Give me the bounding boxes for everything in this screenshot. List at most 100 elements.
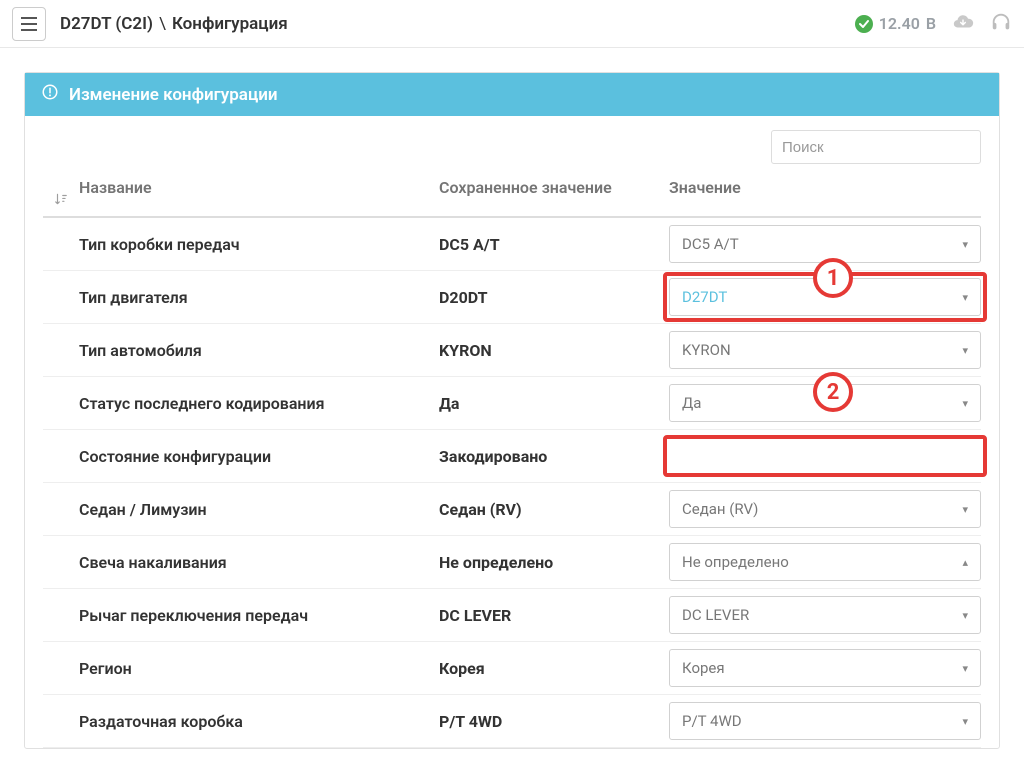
select-value: Да — [682, 394, 701, 412]
select-value: D27DT — [682, 288, 727, 306]
row-value-cell: Корея ▾ — [669, 649, 981, 687]
rows-container: Тип коробки передачDC5 A/TDC5 A/T▾Тип дв… — [43, 218, 981, 748]
select-value: KYRON — [682, 341, 731, 359]
select-wrapper: P/T 4WD ▾ — [669, 702, 981, 740]
row-name: Статус последнего кодирования — [79, 394, 439, 413]
highlight-box: D27DT ▾ — [669, 278, 981, 316]
table-row: Раздаточная коробкаP/T 4WDP/T 4WD▾ — [43, 695, 981, 748]
row-value-cell: D27DT▾1 — [669, 278, 981, 316]
row-name: Раздаточная коробка — [79, 712, 439, 731]
row-value-cell — [669, 437, 981, 475]
row-name: Седан / Лимузин — [79, 500, 439, 519]
value-select[interactable]: Седан (RV) ▾ — [669, 490, 981, 528]
table-row: Тип автомобиляKYRONKYRON▾ — [43, 324, 981, 377]
topbar: D27DT (C2I) \ Конфигурация 12.40 В — [0, 0, 1024, 48]
row-saved-value: KYRON — [439, 341, 669, 360]
row-saved-value: Седан (RV) — [439, 500, 669, 519]
hamburger-icon — [21, 17, 37, 31]
row-name: Тип автомобиля — [79, 341, 439, 360]
value-select[interactable]: DC5 A/T ▾ — [669, 225, 981, 263]
breadcrumb-main: D27DT (C2I) — [60, 14, 153, 34]
panel-header: Изменение конфигурации — [25, 73, 999, 116]
select-value: Не определено — [682, 553, 789, 571]
row-value-cell: KYRON ▾ — [669, 331, 981, 369]
table-row: Тип двигателяD20DTD27DT▾1 — [43, 271, 981, 324]
row-name: Регион — [79, 659, 439, 678]
table-row: РегионКореяКорея▾ — [43, 642, 981, 695]
panel-body: Название Сохраненное значение Значение Т… — [25, 116, 999, 748]
table-row: Состояние конфигурацииЗакодировано — [43, 430, 981, 483]
value-select[interactable]: D27DT ▾ — [669, 278, 981, 316]
row-saved-value: Да — [439, 394, 669, 413]
select-wrapper: DC LEVER ▾ — [669, 596, 981, 634]
table-row: Статус последнего кодированияДаДа▾2 — [43, 377, 981, 430]
topbar-right: 12.40 В — [855, 11, 1012, 37]
value-select[interactable]: Не определено ▴ — [669, 543, 981, 581]
cloud-download-icon[interactable] — [952, 11, 974, 37]
row-saved-value: DC5 A/T — [439, 235, 669, 254]
row-name: Состояние конфигурации — [79, 447, 439, 466]
caret-down-icon: ▾ — [962, 662, 968, 675]
sort-icon[interactable] — [43, 178, 79, 206]
select-wrapper: KYRON ▾ — [669, 331, 981, 369]
row-value-cell: P/T 4WD ▾ — [669, 702, 981, 740]
hamburger-menu-button[interactable] — [12, 7, 46, 41]
value-select[interactable]: Да ▾ — [669, 384, 981, 422]
row-name: Свеча накаливания — [79, 553, 439, 572]
row-value-cell: DC5 A/T ▾ — [669, 225, 981, 263]
select-value: DC5 A/T — [682, 235, 739, 253]
value-select[interactable]: DC LEVER ▾ — [669, 596, 981, 634]
voltage-unit: В — [926, 14, 936, 33]
breadcrumb: D27DT (C2I) \ Конфигурация — [60, 14, 288, 34]
row-saved-value: DC LEVER — [439, 606, 669, 625]
row-value-cell: DC LEVER ▾ — [669, 596, 981, 634]
select-wrapper: Седан (RV) ▾ — [669, 490, 981, 528]
caret-down-icon: ▾ — [962, 715, 968, 728]
select-wrapper: Корея ▾ — [669, 649, 981, 687]
table-header: Название Сохраненное значение Значение — [43, 178, 981, 218]
caret-down-icon: ▾ — [962, 609, 968, 622]
row-name: Тип коробки передач — [79, 235, 439, 254]
select-value: Корея — [682, 659, 725, 677]
value-select[interactable]: Корея ▾ — [669, 649, 981, 687]
col-name[interactable]: Название — [79, 178, 439, 197]
caret-down-icon: ▾ — [962, 344, 968, 357]
caret-down-icon: ▾ — [962, 503, 968, 516]
table-row: Свеча накаливанияНе определеноНе определ… — [43, 536, 981, 589]
row-name: Тип двигателя — [79, 288, 439, 307]
panel-title: Изменение конфигурации — [69, 85, 278, 105]
caret-down-icon: ▾ — [962, 238, 968, 251]
caret-down-icon: ▾ — [962, 291, 968, 304]
voltage-status: 12.40 В — [855, 14, 936, 33]
breadcrumb-separator: \ — [159, 14, 166, 34]
search-input[interactable] — [771, 130, 981, 164]
select-wrapper: DC5 A/T ▾ — [669, 225, 981, 263]
highlight-box — [669, 437, 981, 475]
row-value-cell: Не определено ▴ — [669, 543, 981, 581]
headset-icon[interactable] — [990, 11, 1012, 37]
select-value: DC LEVER — [682, 606, 749, 624]
row-saved-value: Корея — [439, 659, 669, 678]
select-value: Седан (RV) — [682, 500, 758, 518]
check-circle-icon — [855, 15, 873, 33]
table-row: Тип коробки передачDC5 A/TDC5 A/T▾ — [43, 218, 981, 271]
row-saved-value: Закодировано — [439, 447, 669, 466]
row-saved-value: Не определено — [439, 553, 669, 572]
col-value[interactable]: Значение — [669, 178, 981, 197]
caret-down-icon: ▾ — [962, 397, 968, 410]
row-saved-value: P/T 4WD — [439, 712, 669, 731]
alert-circle-icon — [41, 83, 59, 106]
value-select[interactable]: P/T 4WD ▾ — [669, 702, 981, 740]
row-value-cell: Седан (RV) ▾ — [669, 490, 981, 528]
value-select[interactable]: KYRON ▾ — [669, 331, 981, 369]
row-name: Рычаг переключения передач — [79, 606, 439, 625]
col-saved[interactable]: Сохраненное значение — [439, 178, 669, 197]
caret-up-icon: ▴ — [962, 556, 968, 569]
config-panel: Изменение конфигурации Название Сохранен… — [24, 72, 1000, 749]
select-value: P/T 4WD — [682, 712, 742, 730]
row-value-cell: Да▾2 — [669, 384, 981, 422]
table-row: Седан / ЛимузинСедан (RV)Седан (RV)▾ — [43, 483, 981, 536]
select-wrapper: Да ▾ — [669, 384, 981, 422]
row-saved-value: D20DT — [439, 288, 669, 307]
search-row — [43, 130, 981, 164]
